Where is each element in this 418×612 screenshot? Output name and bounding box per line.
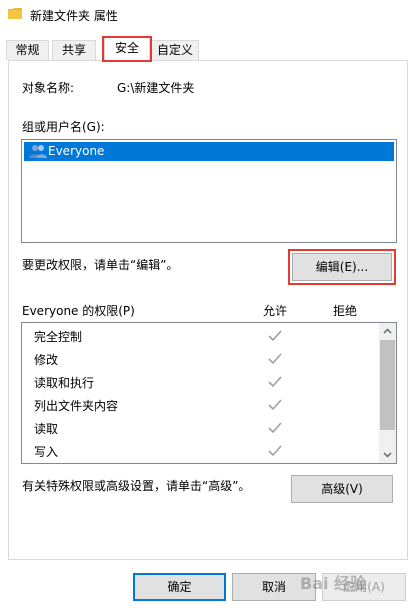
tab-sharing[interactable]: 共享 (52, 40, 96, 60)
perm-name: 修改 (34, 353, 59, 367)
scroll-thumb[interactable] (380, 340, 395, 430)
allow-check-icon (268, 422, 282, 434)
allow-header: 允许 (263, 304, 288, 318)
tab-general-label: 常规 (15, 43, 40, 57)
allow-check-icon (268, 376, 282, 388)
perm-row: 修改 (22, 348, 378, 371)
tab-sharing-label: 共享 (61, 43, 86, 57)
group-item-label: Everyone (48, 144, 105, 158)
window-title: 新建文件夹 属性 (30, 9, 118, 23)
allow-check-icon (268, 445, 282, 457)
edit-hint: 要更改权限，请单击“编辑”。 (22, 258, 179, 272)
tab-general[interactable]: 常规 (6, 40, 49, 60)
tab-customize-label: 自定义 (156, 43, 193, 57)
perm-name: 读取 (34, 422, 59, 436)
allow-check-icon (268, 330, 282, 342)
advanced-button[interactable]: 高级(V) (291, 475, 393, 503)
groups-listbox[interactable]: Everyone (21, 139, 397, 243)
perm-row: 写入 (22, 440, 378, 463)
permissions-list[interactable]: 完全控制 修改 读取和执行 列出文件夹内容 读取 写入 (21, 322, 397, 464)
group-item-everyone[interactable]: Everyone (24, 142, 394, 161)
perm-name: 写入 (34, 445, 59, 459)
advanced-hint: 有关特殊权限或高级设置，请单击“高级”。 (22, 479, 251, 493)
edit-button[interactable]: 编辑(E)... (292, 253, 392, 281)
ok-button-label: 确定 (167, 580, 192, 594)
users-icon (29, 145, 47, 158)
perm-row: 读取 (22, 417, 378, 440)
perm-row: 读取和执行 (22, 371, 378, 394)
allow-check-icon (268, 353, 282, 365)
object-name-value: G:\新建文件夹 (117, 81, 195, 95)
tab-customize[interactable]: 自定义 (151, 40, 199, 60)
tab-security-label: 安全 (114, 41, 139, 55)
allow-check-icon (268, 399, 282, 411)
perm-name: 读取和执行 (34, 376, 95, 390)
edit-button-label: 编辑(E)... (315, 260, 369, 274)
scroll-up-icon[interactable] (383, 327, 392, 336)
scroll-down-icon[interactable] (383, 450, 392, 459)
perm-row: 完全控制 (22, 325, 378, 348)
folder-icon (8, 8, 22, 19)
cancel-button-label: 取消 (261, 580, 286, 594)
perm-name: 完全控制 (34, 330, 83, 344)
perm-name: 列出文件夹内容 (34, 399, 119, 413)
groups-label: 组或用户名(G): (22, 120, 105, 134)
permissions-scrollbar[interactable] (379, 323, 396, 463)
title-bar: 新建文件夹 属性 (0, 0, 418, 30)
perm-row: 列出文件夹内容 (22, 394, 378, 417)
advanced-button-label: 高级(V) (321, 482, 363, 496)
ok-button[interactable]: 确定 (133, 573, 226, 601)
permissions-label: Everyone 的权限(P) (22, 304, 135, 318)
object-name-label: 对象名称: (22, 81, 75, 95)
deny-header: 拒绝 (333, 304, 358, 318)
tab-security[interactable]: 安全 (104, 36, 150, 61)
watermark: Bai 经验 (300, 574, 367, 593)
